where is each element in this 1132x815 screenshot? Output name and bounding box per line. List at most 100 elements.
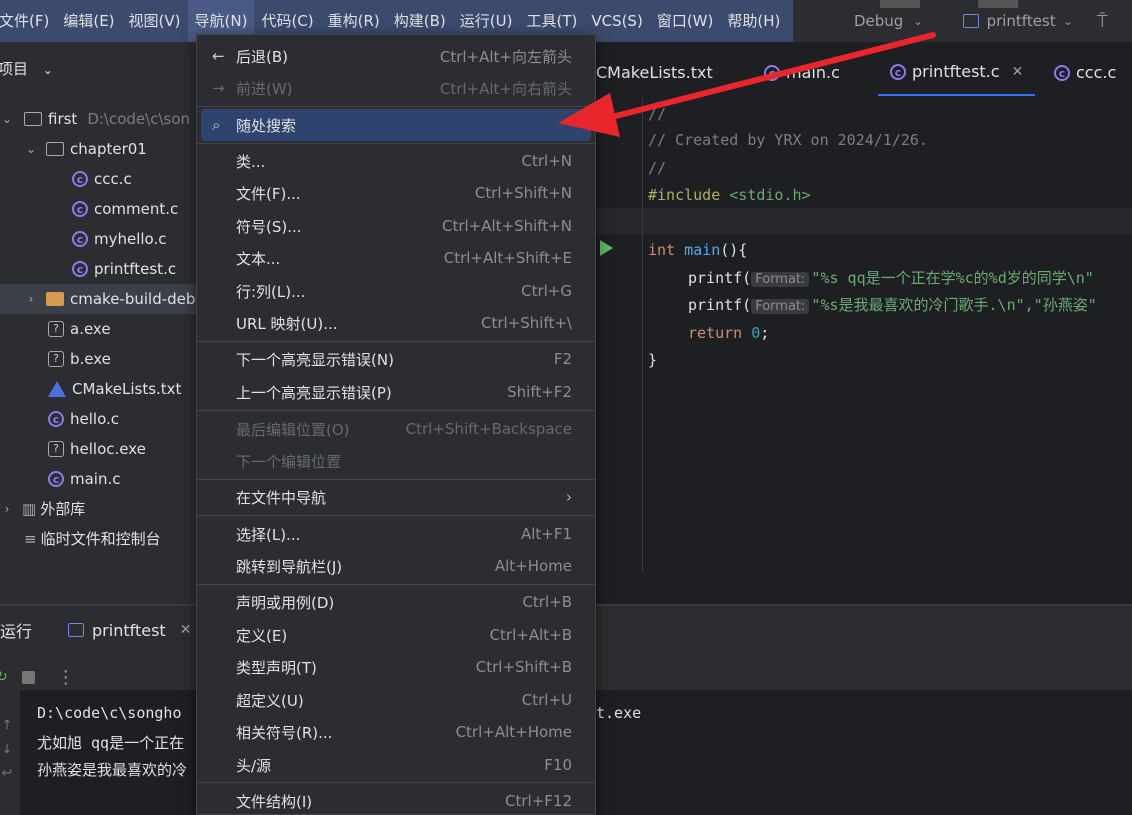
code-token: 0 xyxy=(751,324,761,342)
tree-item-label: main.c xyxy=(70,470,121,488)
menu-edit[interactable]: 编辑(E) xyxy=(56,0,121,42)
menu-item-shortcut: Ctrl+Shift+Backspace xyxy=(405,420,572,438)
menu-file[interactable]: 文件(F) xyxy=(0,0,56,42)
tree-root[interactable]: ⌄ first D:\code\c\son xyxy=(0,104,190,134)
menu-item-jump-to-navbar[interactable]: 跳转到导航栏(J) Alt+Home xyxy=(197,550,595,582)
tree-item-scratches[interactable]: ≡ 临时文件和控制台 xyxy=(24,524,161,554)
menu-separator xyxy=(197,515,595,516)
menu-item-url-mapping[interactable]: URL 映射(U)... Ctrl+Shift+\ xyxy=(197,307,595,339)
tree-item-file[interactable]: c ccc.c xyxy=(72,164,132,194)
menu-item-label: 随处搜索 xyxy=(236,116,297,135)
tree-item-file[interactable]: c hello.c xyxy=(48,404,119,434)
menu-item-symbol[interactable]: 符号(S)... Ctrl+Alt+Shift+N xyxy=(197,210,595,242)
tree-item-file[interactable]: c main.c xyxy=(48,464,121,494)
menu-item-shortcut: Alt+F1 xyxy=(520,525,572,543)
annotation-arrow xyxy=(558,32,936,137)
menu-item-related-symbol[interactable]: 相关符号(R)... Ctrl+Alt+Home xyxy=(197,716,595,748)
menu-item-next-edit[interactable]: 下一个编辑位置 xyxy=(197,445,595,477)
chevron-down-icon: ⌄ xyxy=(42,63,53,77)
menu-separator xyxy=(197,410,595,411)
menu-item-label: 定义(E) xyxy=(236,626,288,645)
run-tab-label[interactable]: printftest xyxy=(92,621,166,640)
menu-item-file-structure[interactable]: 文件结构(I) Ctrl+F12 xyxy=(197,785,595,814)
menu-item-declaration[interactable]: 声明或用例(D) Ctrl+B xyxy=(197,586,595,618)
code-token: main xyxy=(684,241,721,259)
menu-item-shortcut: Ctrl+Alt+Shift+N xyxy=(441,217,572,235)
menu-separator xyxy=(197,106,595,107)
tree-item-file[interactable]: c printftest.c xyxy=(72,254,176,284)
code-line: // xyxy=(648,159,667,177)
project-target-label: printftest xyxy=(986,12,1056,30)
menu-item-text[interactable]: 文本... Ctrl+Alt+Shift+E xyxy=(197,242,595,274)
folder-icon xyxy=(24,112,42,126)
c-file-icon: c xyxy=(72,201,88,217)
tree-root-path: D:\code\c\son xyxy=(87,110,190,128)
tab-ccc-c[interactable]: c ccc.c xyxy=(1054,50,1116,96)
menu-item-header-source[interactable]: 头/源 F10 xyxy=(197,749,595,781)
project-header[interactable]: 项目 ⌄ xyxy=(0,58,53,79)
menu-item-shortcut: Shift+F2 xyxy=(507,383,572,401)
c-file-icon: c xyxy=(48,411,64,427)
close-icon[interactable]: ✕ xyxy=(1012,49,1024,95)
menu-item-back[interactable]: ← 后退(B) Ctrl+Alt+向左箭头 xyxy=(197,40,595,72)
more-icon[interactable]: ⋮ xyxy=(57,667,75,688)
menu-item-select-in[interactable]: 选择(L)... Alt+F1 xyxy=(197,518,595,550)
tree-item-chapter01[interactable]: ⌄ chapter01 xyxy=(24,134,147,164)
menu-item-label: 前进(W) xyxy=(236,79,293,98)
c-file-icon: c xyxy=(48,471,64,487)
code-token: int xyxy=(648,241,676,259)
c-file-icon: c xyxy=(72,171,88,187)
arrow-right-icon: → xyxy=(212,79,225,97)
console-line: 尤如旭 qq是一个正在 xyxy=(37,734,185,752)
tree-item-file[interactable]: c myhello.c xyxy=(72,224,167,254)
tree-item-external-libs[interactable]: › ▥ 外部库 xyxy=(0,494,86,524)
code-line: return 0; xyxy=(688,319,769,347)
menu-item-type-declaration[interactable]: 类型声明(T) Ctrl+Shift+B xyxy=(197,651,595,683)
chevron-down-icon: ⌄ xyxy=(1063,14,1073,28)
menu-item-next-error[interactable]: 下一个高亮显示错误(N) F2 xyxy=(197,343,595,375)
arrow-down-icon[interactable]: ↓ xyxy=(0,738,14,762)
console-line: 孙燕姿是我最喜欢的冷 xyxy=(37,761,188,779)
menu-item-shortcut: Ctrl+Alt+B xyxy=(489,626,572,644)
hammer-icon[interactable]: ⍑ xyxy=(1097,11,1108,32)
menu-item-label: 行:列(L)... xyxy=(236,282,306,301)
menu-separator xyxy=(197,479,595,480)
code-token: (){ xyxy=(720,241,748,259)
menu-view[interactable]: 视图(V) xyxy=(122,0,188,42)
menu-item-prev-error[interactable]: 上一个高亮显示错误(P) Shift+F2 xyxy=(197,376,595,408)
tree-item-label: helloc.exe xyxy=(70,440,146,458)
menu-item-label: 最后编辑位置(O) xyxy=(236,420,350,439)
menu-item-file[interactable]: 文件(F)... Ctrl+Shift+N xyxy=(197,177,595,209)
menu-item-super-definition[interactable]: 超定义(U) Ctrl+U xyxy=(197,684,595,716)
rerun-icon[interactable]: ↻ xyxy=(0,669,8,685)
menu-item-definition[interactable]: 定义(E) Ctrl+Alt+B xyxy=(197,619,595,651)
tree-item-file[interactable]: CMakeLists.txt xyxy=(48,374,181,404)
tab-label: ccc.c xyxy=(1076,63,1117,82)
tree-item-cmake-build[interactable]: › cmake-build-deb xyxy=(0,284,196,314)
menu-item-navigate-in-file[interactable]: 在文件中导航 › xyxy=(197,481,595,513)
menu-item-shortcut: Alt+Home xyxy=(494,557,572,575)
menu-item-shortcut: Ctrl+Shift+N xyxy=(474,184,572,202)
chevron-down-icon: ⌄ xyxy=(1,112,13,126)
tree-item-file[interactable]: c comment.c xyxy=(72,194,178,224)
tree-item-file[interactable]: ? a.exe xyxy=(48,314,111,344)
code-token: ; xyxy=(760,324,770,342)
stop-icon[interactable] xyxy=(21,670,35,684)
code-token: ,"孙燕姿" xyxy=(1024,296,1097,314)
arrow-up-icon[interactable]: ↑ xyxy=(0,714,14,738)
soft-wrap-icon[interactable]: ↩ xyxy=(0,762,14,786)
run-gutter-icon[interactable] xyxy=(600,240,613,256)
tree-item-file[interactable]: ? b.exe xyxy=(48,344,111,374)
menu-item-label: 跳转到导航栏(J) xyxy=(236,557,343,576)
menu-item-label: 文件(F)... xyxy=(236,184,301,203)
console-line: D:\code\c\songho xyxy=(37,704,182,722)
menu-item-shortcut: Ctrl+F12 xyxy=(505,792,572,810)
menu-item-line-column[interactable]: 行:列(L)... Ctrl+G xyxy=(197,275,595,307)
menu-item-search-everywhere[interactable]: ⌕ 随处搜索 xyxy=(201,109,591,141)
menu-item-last-edit[interactable]: 最后编辑位置(O) Ctrl+Shift+Backspace xyxy=(197,413,595,445)
tree-item-file[interactable]: ? helloc.exe xyxy=(48,434,146,464)
menu-item-label: 下一个编辑位置 xyxy=(236,452,342,471)
close-icon[interactable]: ✕ xyxy=(180,622,192,638)
menu-item-forward[interactable]: → 前进(W) Ctrl+Alt+向右箭头 xyxy=(197,72,595,104)
menu-item-class[interactable]: 类... Ctrl+N xyxy=(197,145,595,177)
